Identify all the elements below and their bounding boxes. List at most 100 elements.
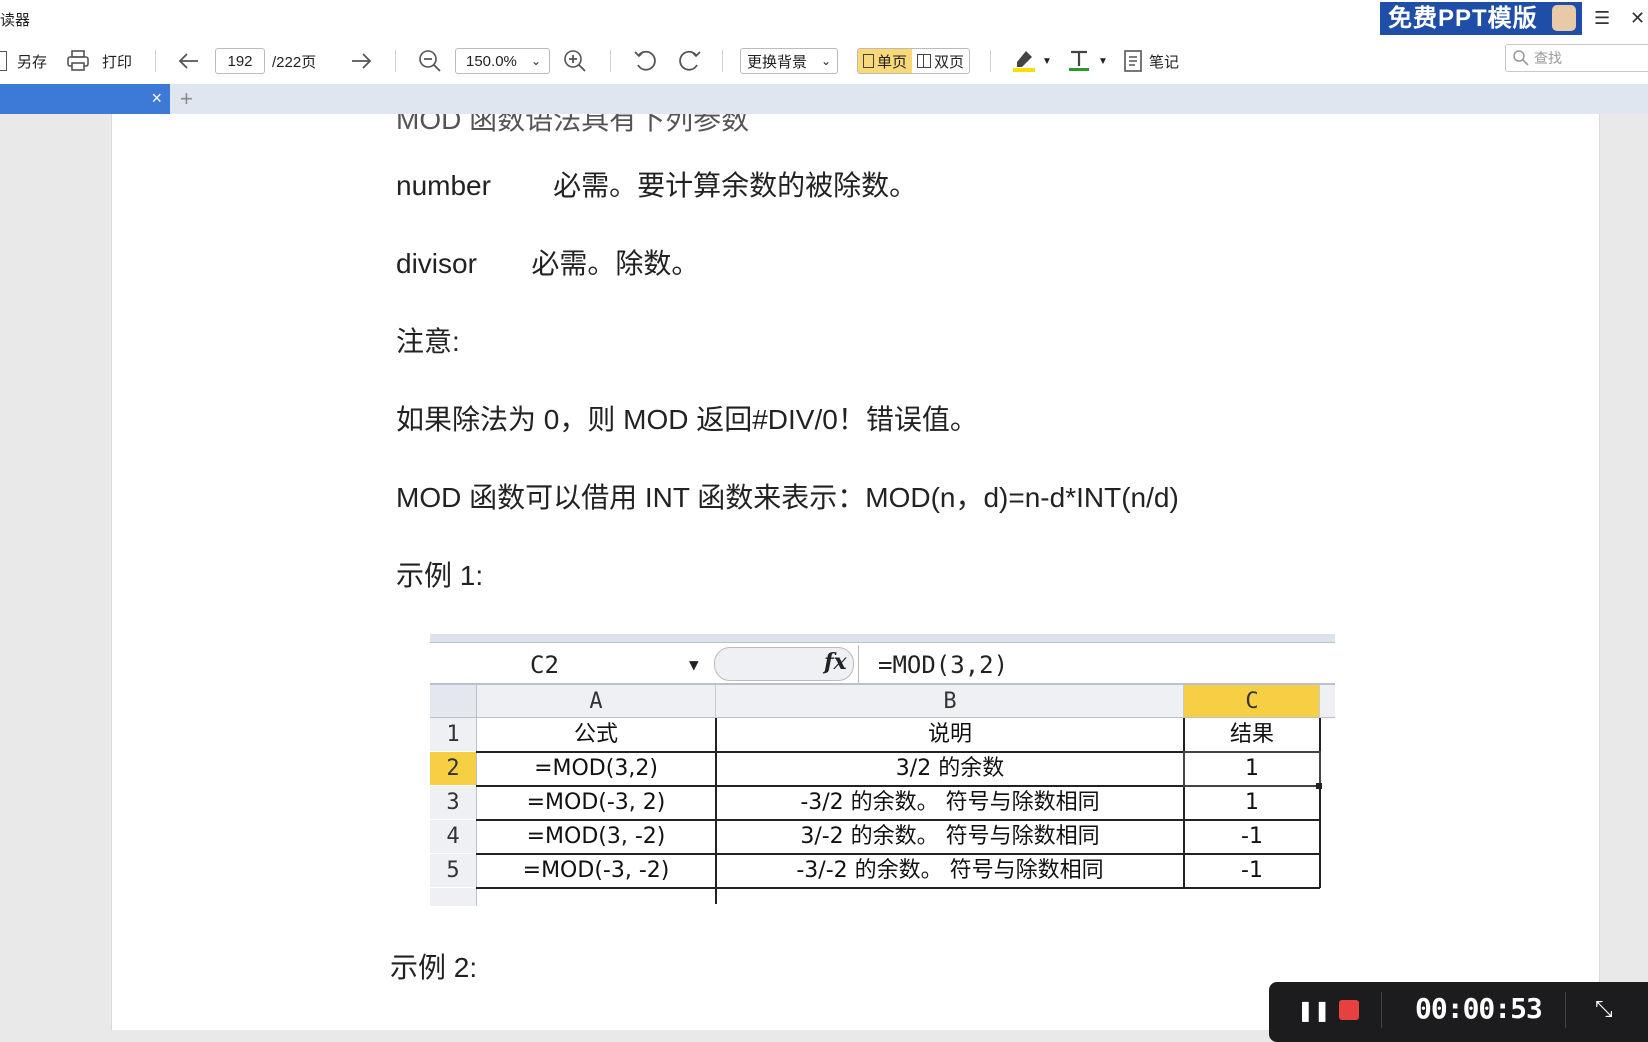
grid-line: [1319, 685, 1320, 718]
document-page: MOD 函数语法具有下列参数 number 必需。要计算余数的被除数。 divi…: [111, 114, 1600, 1030]
page-number-input[interactable]: 192: [215, 48, 265, 74]
save-as-icon: [0, 51, 7, 71]
active-cell-outline: [1183, 751, 1321, 787]
param-number: number 必需。要计算余数的被除数。: [396, 170, 918, 201]
param-divisor: divisor 必需。除数。: [396, 248, 700, 279]
minimize-icon[interactable]: ⤡: [1595, 996, 1613, 1022]
table-border: [1183, 718, 1185, 888]
zoom-in-icon: [564, 50, 586, 72]
row-header-3: 3: [430, 786, 477, 819]
tab-close-icon[interactable]: ×: [151, 88, 162, 109]
single-page-label: 单页: [877, 53, 908, 71]
table-border: [476, 819, 1320, 821]
chevron-down-icon[interactable]: ▼: [1042, 56, 1052, 67]
single-page-icon: [863, 54, 874, 68]
search-placeholder: 查找: [1534, 50, 1562, 66]
row-header-1: 1: [430, 718, 477, 751]
select-all-corner: [430, 685, 477, 717]
screen-recorder: ❚❚ 00:00:53 ⤡: [1269, 982, 1648, 1042]
table-border: [715, 718, 717, 904]
hamburger-icon[interactable]: ☰: [1594, 8, 1610, 29]
rotate-right-button[interactable]: [676, 38, 702, 84]
new-tab-button[interactable]: +: [180, 86, 193, 112]
save-as-button[interactable]: 另存: [0, 38, 47, 84]
cell-c4: -1: [1241, 824, 1263, 849]
search-input[interactable]: 查找: [1505, 44, 1648, 72]
divider: [1381, 992, 1382, 1028]
page-mode-toggle: 单页 双页: [857, 48, 971, 74]
chevron-down-icon: ⌄: [820, 54, 831, 68]
double-page-button[interactable]: 双页: [912, 49, 969, 73]
printer-icon: [67, 50, 89, 71]
rotate-left-icon: [634, 50, 656, 71]
change-background-label: 更换背景: [747, 53, 808, 71]
partial-text-line: MOD 函数语法具有下列参数: [396, 114, 750, 135]
cell-a4: =MOD(3, -2): [526, 824, 666, 849]
divider: [990, 50, 991, 72]
recording-timer: 00:00:53: [1415, 992, 1543, 1025]
divider: [1565, 992, 1566, 1028]
document-tab[interactable]: ×: [0, 84, 170, 114]
rotate-left-button[interactable]: [633, 38, 659, 84]
single-page-button[interactable]: 单页: [858, 49, 913, 73]
toolbar: 另存 打印 192 /222页 150.0% ⌄ 更换背景 ⌄ 单页 双页 ▼ …: [0, 38, 1648, 85]
text-color-icon: [1069, 50, 1089, 71]
search-icon: [1513, 50, 1529, 66]
note-int-formula: MOD 函数可以借用 INT 函数来表示：MOD(n，d)=n-d*INT(n/…: [396, 482, 1179, 513]
cell-b4: 3/-2 的余数。 符号与除数相同: [800, 824, 1100, 849]
column-header-a: A: [589, 689, 603, 714]
print-label: 打印: [102, 53, 133, 71]
zoom-out-icon: [419, 50, 441, 72]
sheet-top-strip: [430, 634, 1335, 643]
fx-icon: fx: [824, 649, 847, 675]
fill-handle: [1316, 783, 1322, 789]
tab-bar: × +: [0, 84, 1648, 115]
grid-line: [1183, 685, 1184, 718]
close-icon[interactable]: ✕: [1630, 8, 1645, 29]
text-color-button[interactable]: ▼: [1068, 38, 1108, 84]
thumbs-up-icon: [1552, 5, 1576, 31]
zoom-select[interactable]: 150.0% ⌄: [455, 48, 550, 74]
example-2-heading: 示例 2:: [390, 952, 478, 983]
double-page-icon: [917, 54, 932, 68]
stop-icon[interactable]: [1339, 1000, 1359, 1020]
pause-icon[interactable]: ❚❚: [1297, 998, 1331, 1023]
arrow-left-icon: [178, 53, 198, 69]
prev-page-button[interactable]: [178, 38, 200, 84]
divider: [722, 50, 723, 72]
highlighter-icon: [1013, 51, 1035, 72]
table-border: [1319, 718, 1321, 888]
next-page-button[interactable]: [350, 38, 372, 84]
divider: [395, 50, 396, 72]
cell-a5: =MOD(-3, -2): [522, 858, 670, 883]
print-button[interactable]: 打印: [66, 38, 132, 84]
cell-c3: 1: [1245, 790, 1259, 815]
note-div-zero: 如果除法为 0，则 MOD 返回#DIV/0！错误值。: [396, 404, 978, 435]
document-viewport[interactable]: MOD 函数语法具有下列参数 number 必需。要计算余数的被除数。 divi…: [0, 114, 1648, 1030]
ppt-ad-text: 免费PPT模版: [1388, 5, 1538, 32]
zoom-in-button[interactable]: [563, 38, 587, 84]
chevron-down-icon[interactable]: ▼: [1098, 56, 1108, 67]
table-border: [476, 853, 1320, 855]
highlight-button[interactable]: ▼: [1012, 38, 1052, 84]
column-header-b: B: [943, 689, 957, 714]
name-box: C2: [530, 651, 559, 679]
fx-separator: [858, 645, 859, 683]
title-bar: 读器 免费PPT模版 ☰ ✕: [0, 0, 1648, 38]
grid-line: [715, 685, 716, 718]
zoom-value: 150.0%: [466, 52, 517, 70]
row-header-6: [430, 888, 477, 906]
cell-c5: -1: [1241, 858, 1263, 883]
ppt-ad-banner[interactable]: 免费PPT模版: [1380, 2, 1582, 35]
change-background-select[interactable]: 更换背景 ⌄: [740, 48, 838, 74]
notes-button[interactable]: 笔记: [1124, 38, 1179, 84]
formula-bar: C2 ▼ fx =MOD(3,2): [430, 643, 1335, 685]
example-1-heading: 示例 1:: [396, 560, 484, 591]
cell-a3: =MOD(-3, 2): [526, 790, 666, 815]
cell-a2: =MOD(3,2): [534, 756, 658, 781]
formula-text: =MOD(3,2): [878, 651, 1009, 679]
zoom-out-button[interactable]: [418, 38, 442, 84]
row-header-2: 2: [430, 752, 477, 785]
notes-label: 笔记: [1149, 53, 1180, 71]
cell-b1: 说明: [927, 722, 972, 747]
